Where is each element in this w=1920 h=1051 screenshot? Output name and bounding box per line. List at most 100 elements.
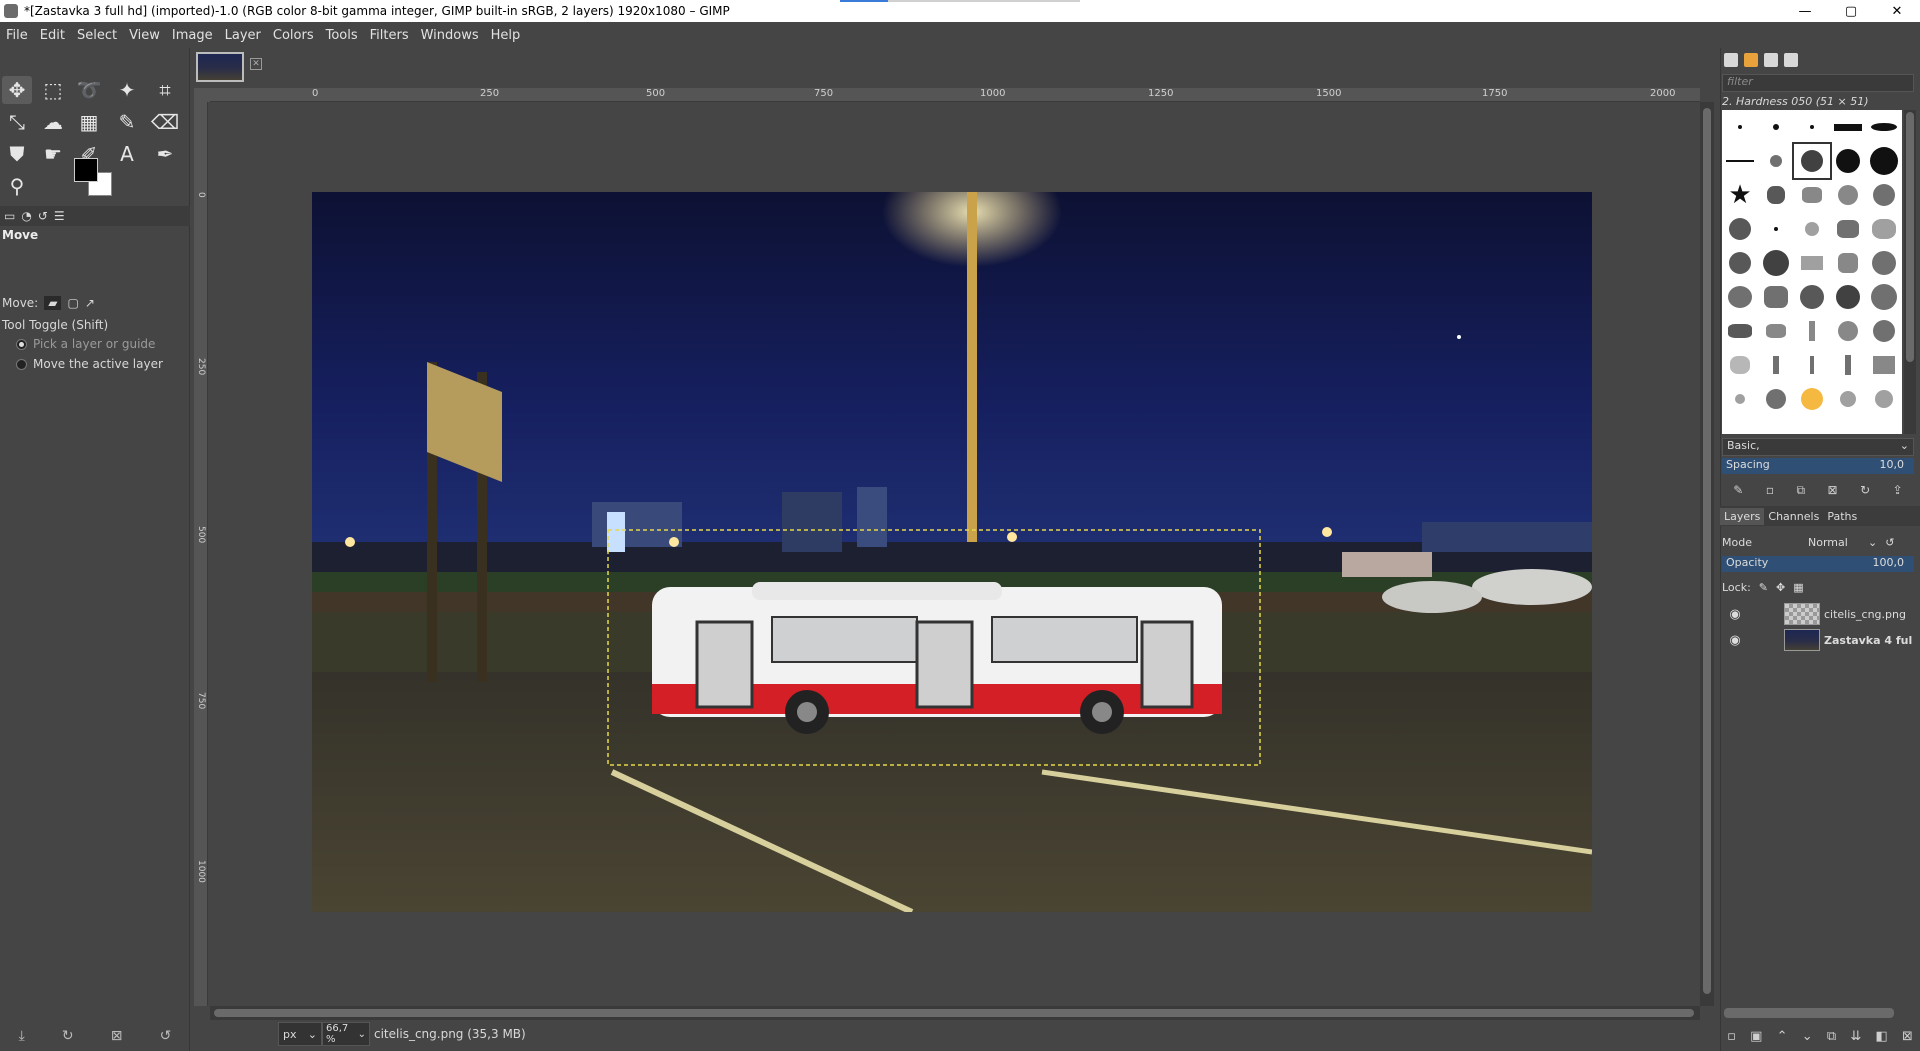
menu-image[interactable]: Image <box>172 28 213 43</box>
delete-options-icon[interactable]: ⊠ <box>111 1028 123 1044</box>
crop-icon[interactable]: ⌗ <box>150 76 180 104</box>
vertical-ruler[interactable]: 0 250 500 750 1000 <box>194 102 208 1006</box>
brush-item[interactable] <box>1794 280 1830 314</box>
images-tab-icon[interactable]: ☰ <box>54 209 65 223</box>
spacing-slider[interactable]: Spacing 10,0 <box>1722 458 1914 474</box>
layers-horizontal-scroll-thumb[interactable] <box>1724 1008 1894 1018</box>
horizontal-scroll-thumb[interactable] <box>214 1009 1694 1017</box>
brush-item[interactable] <box>1866 178 1902 212</box>
chevron-down-icon[interactable]: ⌄ <box>1868 536 1877 549</box>
reset-options-icon[interactable]: ↺ <box>160 1028 172 1044</box>
image-canvas[interactable] <box>312 192 1592 912</box>
brush-item[interactable] <box>1830 178 1866 212</box>
ruler-corner[interactable] <box>194 88 210 102</box>
brush-item[interactable] <box>1758 348 1794 382</box>
brush-item[interactable] <box>1722 382 1758 416</box>
eraser-icon[interactable]: ⌫ <box>150 108 180 136</box>
brush-item[interactable] <box>1758 280 1794 314</box>
menu-file[interactable]: File <box>6 28 28 43</box>
move-tool-icon[interactable]: ✥ <box>2 76 32 104</box>
brush-preset-select[interactable]: Basic, ⌄ <box>1722 438 1914 456</box>
restore-options-icon[interactable]: ↻ <box>62 1028 74 1044</box>
eye-icon[interactable]: ◉ <box>1722 607 1748 622</box>
brush-item[interactable] <box>1830 280 1866 314</box>
brush-item[interactable] <box>1722 280 1758 314</box>
smudge-icon[interactable]: ☛ <box>38 140 68 168</box>
layer-name[interactable]: Zastavka 4 ful <box>1824 634 1912 647</box>
close-button[interactable]: ✕ <box>1874 0 1920 22</box>
brush-item[interactable] <box>1794 110 1830 144</box>
rect-select-icon[interactable]: ⬚ <box>38 76 68 104</box>
brush-scroll-thumb[interactable] <box>1906 112 1914 362</box>
save-options-icon[interactable]: ⤓ <box>19 1028 25 1044</box>
raise-layer-icon[interactable]: ⌃ <box>1777 1029 1788 1044</box>
minimize-button[interactable]: — <box>1782 0 1828 22</box>
zoom-icon[interactable]: ⚲ <box>2 172 32 200</box>
brush-item[interactable] <box>1830 212 1866 246</box>
menu-colors[interactable]: Colors <box>273 28 314 43</box>
move-active-layer-option[interactable]: Move the active layer <box>2 357 163 371</box>
horizontal-ruler[interactable]: 0 250 500 750 1000 1250 1500 1750 2000 <box>210 88 1700 102</box>
tab-channels[interactable]: Channels <box>1764 508 1823 525</box>
brush-item[interactable] <box>1758 246 1794 280</box>
brush-item[interactable] <box>1866 212 1902 246</box>
fonts-tab-icon[interactable] <box>1764 53 1778 67</box>
brush-grid[interactable]: ★ <box>1722 110 1902 434</box>
lower-layer-icon[interactable]: ⌄ <box>1802 1029 1813 1044</box>
vertical-scroll-thumb[interactable] <box>1703 108 1711 994</box>
delete-layer-icon[interactable]: ⊠ <box>1902 1029 1913 1044</box>
brush-item[interactable] <box>1866 144 1902 178</box>
brush-filter-input[interactable]: filter <box>1722 74 1914 92</box>
duplicate-layer-icon[interactable]: ⧉ <box>1827 1029 1836 1044</box>
mask-icon[interactable]: ◧ <box>1875 1029 1887 1044</box>
brush-item[interactable] <box>1722 348 1758 382</box>
layer-row[interactable]: ◉ citelis_cng.png <box>1722 602 1918 626</box>
brush-item[interactable] <box>1758 144 1794 178</box>
brush-item[interactable] <box>1758 110 1794 144</box>
paintbrush-icon[interactable]: ✎ <box>112 108 142 136</box>
color-picker-icon[interactable]: ✒ <box>150 140 180 168</box>
merge-layer-icon[interactable]: ⇊ <box>1850 1029 1861 1044</box>
lock-position-icon[interactable]: ✥ <box>1776 581 1785 594</box>
transform-icon[interactable]: ⤡ <box>2 108 32 136</box>
brush-item[interactable] <box>1866 314 1902 348</box>
brush-item[interactable] <box>1866 382 1902 416</box>
brush-item[interactable] <box>1866 246 1902 280</box>
menu-view[interactable]: View <box>129 28 160 43</box>
brush-item[interactable] <box>1866 348 1902 382</box>
brush-item[interactable] <box>1794 178 1830 212</box>
lasso-icon[interactable]: ➰ <box>74 76 104 104</box>
delete-brush-icon[interactable]: ⊠ <box>1828 483 1838 497</box>
layer-name[interactable]: citelis_cng.png <box>1824 608 1906 621</box>
brush-item[interactable] <box>1830 348 1866 382</box>
radio-pick-layer[interactable] <box>16 338 27 350</box>
brush-item[interactable] <box>1830 314 1866 348</box>
brushes-tab-icon[interactable] <box>1724 53 1738 67</box>
radio-move-active[interactable] <box>16 358 27 370</box>
brush-item[interactable] <box>1758 212 1794 246</box>
brush-item[interactable] <box>1794 314 1830 348</box>
pick-layer-option[interactable]: Pick a layer or guide <box>2 337 155 351</box>
move-path-mode-icon[interactable]: ↗ <box>85 296 95 310</box>
brush-item[interactable] <box>1722 246 1758 280</box>
brush-item[interactable] <box>1830 110 1866 144</box>
brush-item[interactable] <box>1830 246 1866 280</box>
patterns-tab-icon[interactable] <box>1744 53 1758 67</box>
brush-item[interactable] <box>1794 246 1830 280</box>
mode-reset-icon[interactable]: ↺ <box>1885 536 1894 549</box>
warp-icon[interactable]: ☁ <box>38 108 68 136</box>
menu-layer[interactable]: Layer <box>225 28 261 43</box>
mode-select[interactable]: Normal <box>1808 536 1868 549</box>
menu-select[interactable]: Select <box>77 28 117 43</box>
refresh-brushes-icon[interactable]: ↻ <box>1860 483 1870 497</box>
edit-brush-icon[interactable]: ✎ <box>1733 483 1743 497</box>
tool-options-tab-icon[interactable]: ▭ <box>4 209 15 223</box>
brush-item[interactable] <box>1794 212 1830 246</box>
gradient-icon[interactable]: ▦ <box>74 108 104 136</box>
tab-paths[interactable]: Paths <box>1823 508 1861 525</box>
brush-item[interactable] <box>1866 110 1902 144</box>
eye-icon[interactable]: ◉ <box>1722 633 1748 648</box>
brush-item[interactable] <box>1722 144 1758 178</box>
zoom-select[interactable]: 66,7 % ⌄ <box>322 1022 370 1046</box>
brush-item[interactable] <box>1722 314 1758 348</box>
